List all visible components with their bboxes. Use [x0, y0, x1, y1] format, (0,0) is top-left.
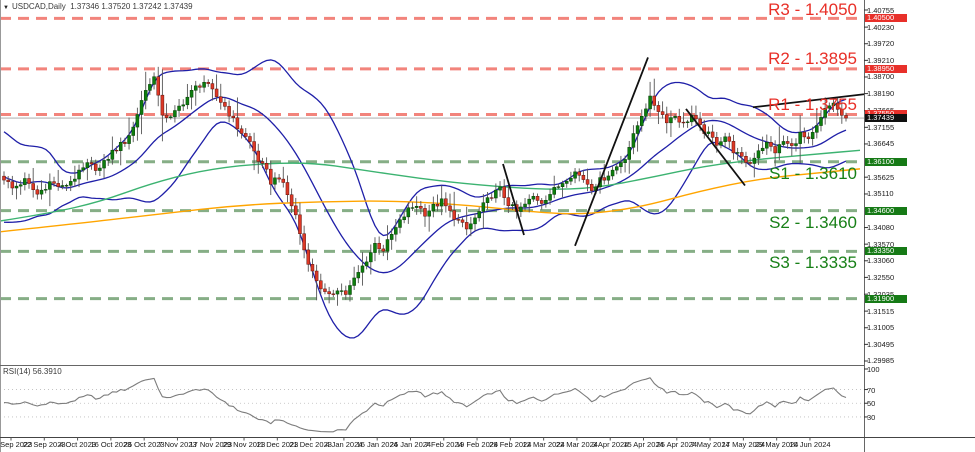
bollinger-middle-band — [4, 97, 846, 272]
rsi-panel[interactable] — [0, 378, 864, 432]
rsi-indicator-label: RSI(14) 56.3910 — [3, 367, 62, 376]
date-label: 10 Jun 2024 — [789, 440, 830, 449]
trading-chart-window: ▼USDCAD,Daily 1.37346 1.37520 1.37242 1.… — [0, 0, 975, 452]
level-label-S1: S1 - 1.3610 — [769, 164, 857, 184]
rsi-tick: 70 — [867, 386, 875, 395]
price-tick: 1.32550 — [867, 273, 894, 282]
trendline-1[interactable] — [575, 57, 648, 245]
price-tick: 1.39720 — [867, 39, 894, 48]
price-tick: 1.34080 — [867, 223, 894, 232]
price-tick: 1.33060 — [867, 256, 894, 265]
price-tag-S2: 1.34600 — [865, 207, 907, 215]
price-tick: 1.37155 — [867, 123, 894, 132]
level-label-R3: R3 - 1.4050 — [768, 0, 857, 20]
level-label-S2: S2 - 1.3460 — [769, 213, 857, 233]
price-tick: 1.30495 — [867, 340, 894, 349]
price-tick: 1.38190 — [867, 89, 894, 98]
price-tag-low-zone: 1.31900 — [865, 295, 907, 303]
level-label-R1: R1 - 1.3755 — [768, 95, 857, 115]
price-tick: 1.36645 — [867, 139, 894, 148]
price-tick: 1.40230 — [867, 23, 894, 32]
price-tick: 1.31005 — [867, 323, 894, 332]
symbol-menu-icon[interactable]: ▼ — [3, 5, 9, 11]
main-panel[interactable] — [0, 18, 864, 338]
trendline-3[interactable] — [503, 164, 524, 235]
price-tag-S3: 1.33350 — [865, 247, 907, 255]
ohlc-values: 1.37346 1.37520 1.37242 1.37439 — [70, 2, 192, 11]
ma-slow-line — [0, 169, 860, 232]
price-tick: 1.31515 — [867, 307, 894, 316]
level-label-S3: S3 - 1.3335 — [769, 253, 857, 273]
symbol-period-label: USDCAD,Daily — [12, 2, 66, 11]
price-tag-S1: 1.36100 — [865, 158, 907, 166]
bollinger-lower-band — [4, 122, 846, 338]
price-tick: 1.38700 — [867, 72, 894, 81]
rsi-tick: 100 — [867, 365, 880, 374]
price-tag-R3: 1.40500 — [865, 14, 907, 22]
rsi-tick: 50 — [867, 399, 875, 408]
price-tick: 1.35110 — [867, 189, 894, 198]
level-label-R2: R2 - 1.3895 — [768, 49, 857, 69]
rsi-tick: 30 — [867, 413, 875, 422]
price-tick: 1.35625 — [867, 173, 894, 182]
current-price-tag: 1.37439 — [865, 114, 907, 122]
chart-title[interactable]: ▼USDCAD,Daily 1.37346 1.37520 1.37242 1.… — [3, 2, 193, 11]
price-tag-R2: 1.38950 — [865, 65, 907, 73]
rsi-line — [4, 378, 846, 432]
